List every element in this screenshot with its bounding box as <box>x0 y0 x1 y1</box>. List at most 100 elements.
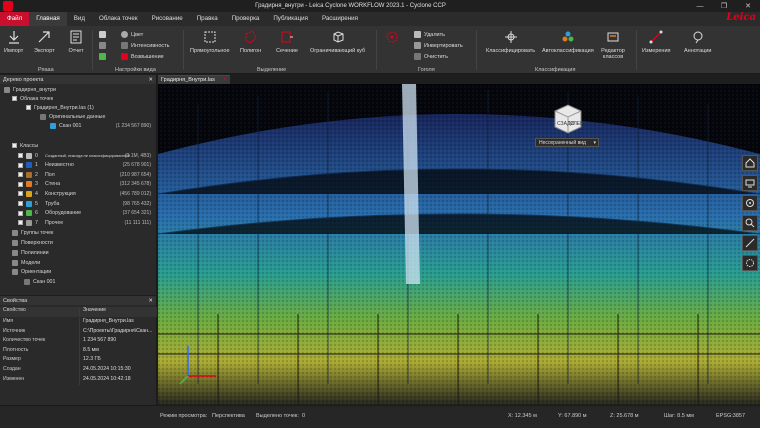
rect-select-button[interactable]: Прямоугольное <box>190 29 230 54</box>
menu-pointclouds[interactable]: Облака точек <box>92 12 145 26</box>
class-color-icon <box>26 219 32 226</box>
panel-close-icon[interactable]: ✕ <box>148 77 153 83</box>
color-button[interactable]: Цвет <box>121 30 143 39</box>
view-mode-select[interactable]: Несохраненный вид ▾ <box>535 138 599 147</box>
menu-home[interactable]: Главная <box>29 12 67 26</box>
monitor-icon <box>99 31 106 38</box>
class-row[interactable]: 1 Неизвестно (25 678 901) <box>18 161 155 170</box>
class-checkbox[interactable] <box>18 210 23 216</box>
point-cloud-render[interactable] <box>158 84 760 405</box>
step-value: Шаг: 8.5 мм <box>664 413 694 419</box>
menu-file[interactable]: Файл <box>0 12 30 26</box>
intensity-button[interactable]: Интенсивность <box>121 41 170 50</box>
view-mode-3-button[interactable] <box>99 52 109 61</box>
tree-original[interactable]: Оригинальные данные <box>40 112 105 121</box>
zoom-button[interactable] <box>742 215 758 231</box>
class-color-icon <box>26 162 32 169</box>
ruler-button[interactable] <box>742 235 758 251</box>
layers-icon <box>99 42 106 49</box>
view-cube[interactable]: СЗАДИ СЛЕВ <box>551 102 585 136</box>
minimize-button[interactable]: — <box>688 0 712 12</box>
class-checkbox[interactable] <box>18 201 23 206</box>
class-row[interactable]: 2 Пол (210 987 654) <box>18 170 155 179</box>
groups-icon <box>12 229 18 236</box>
maximize-button[interactable]: ❐ <box>712 0 736 12</box>
tree-models[interactable]: Модели <box>12 258 40 267</box>
class-row[interactable]: 6 Оборудование (37 654 321) <box>18 209 155 218</box>
tree-file[interactable]: Градирня_Внутри.las (1) <box>26 103 94 112</box>
class-checkbox[interactable] <box>18 191 23 197</box>
elevation-button[interactable]: Возвышение <box>121 52 164 61</box>
class-name: Пол <box>45 171 55 178</box>
import-icon <box>6 29 22 45</box>
autoclass-button[interactable]: Автоклассификация <box>542 29 594 54</box>
monitor-icon <box>745 179 755 188</box>
tree-classes-label: Классы <box>20 142 39 149</box>
view-mode-1-button[interactable] <box>99 30 109 39</box>
screen-button[interactable] <box>742 175 758 191</box>
orbit-button[interactable] <box>742 195 758 211</box>
classify-button[interactable]: Классифицировать <box>486 29 535 54</box>
epsg-select[interactable]: EPSG:3857 <box>716 413 745 419</box>
menu-view[interactable]: Вид <box>67 12 92 26</box>
section-button[interactable]: Сечение <box>276 29 298 54</box>
menu-publish[interactable]: Публикация <box>266 12 315 26</box>
class-checkbox[interactable] <box>18 172 23 178</box>
classeditor-button[interactable]: Редактор классов <box>600 29 626 60</box>
tree-classes[interactable]: Классы <box>12 141 38 150</box>
class-row[interactable]: 0 Созданный, никогда не классифицированны… <box>18 151 155 160</box>
tree-orientations-label: Ориентации <box>21 268 52 275</box>
polygon-select-button[interactable]: Полигон <box>240 29 261 54</box>
tree-surfaces[interactable]: Поверхности <box>12 238 53 247</box>
fence-button[interactable] <box>384 29 400 48</box>
measure-button[interactable]: Измерения <box>642 29 671 54</box>
invert-button[interactable]: Инвертировать <box>414 41 463 50</box>
menu-check[interactable]: Проверка <box>225 12 267 26</box>
tree-clouds[interactable]: Облака точек <box>12 94 53 103</box>
class-checkbox[interactable] <box>18 181 23 187</box>
class-count: (11 111 111) <box>124 219 152 226</box>
tree-groups[interactable]: Группы точек <box>12 228 53 237</box>
property-value: 12.3 ГБ <box>83 356 101 363</box>
class-row[interactable]: 4 Конструкция (456 789 012) <box>18 189 155 198</box>
class-number: 7 <box>35 219 38 226</box>
tree-orient-scan[interactable]: Скан 001 <box>24 277 55 286</box>
close-button[interactable]: ✕ <box>736 0 760 12</box>
class-row[interactable]: 3 Стена (312 345 678) <box>18 180 155 189</box>
fence-icon <box>384 29 400 45</box>
class-row[interactable]: 5 Труба (98 765 432) <box>18 199 155 208</box>
menu-edit[interactable]: Правка <box>190 12 225 26</box>
menu-draw[interactable]: Рисование <box>145 12 190 26</box>
report-label: Отчет <box>68 48 84 54</box>
delete-button[interactable]: Удалить <box>414 30 445 39</box>
tree-orientations[interactable]: Ориентации <box>12 267 51 276</box>
properties-close-icon[interactable]: ✕ <box>148 298 153 304</box>
class-checkbox[interactable] <box>18 162 23 168</box>
export-button[interactable]: Экспорт <box>34 29 55 54</box>
import-button[interactable]: Импорт <box>4 29 23 54</box>
tree-project[interactable]: Градирня_внутри <box>4 85 56 94</box>
limitbox-button[interactable]: Ограничивающий куб <box>310 29 365 54</box>
group-class-label: Классификация <box>535 67 576 73</box>
class-row[interactable]: 7 Прочее (11 111 111) <box>18 218 155 227</box>
tree-file-checkbox[interactable] <box>26 105 31 110</box>
point-cloud-viewport[interactable] <box>158 84 760 405</box>
chevron-down-icon: ▾ <box>593 139 596 146</box>
home-view-button[interactable] <box>742 155 758 171</box>
property-value: C:\Проекты\Градирня\Скан... <box>83 327 153 334</box>
tree-clouds-checkbox[interactable] <box>12 96 17 101</box>
viewport-tab[interactable]: Градирня_Внутри.las ✕ <box>158 75 230 84</box>
report-button[interactable]: Отчет <box>68 29 84 54</box>
tab-close-icon[interactable]: ✕ <box>222 77 227 83</box>
menu-extensions[interactable]: Расширения <box>315 12 365 26</box>
class-checkbox[interactable] <box>18 220 23 226</box>
settings-button[interactable] <box>742 255 758 271</box>
annotation-button[interactable]: Аннотации <box>684 29 712 54</box>
view-mode-2-button[interactable] <box>99 41 109 50</box>
tree-classes-checkbox[interactable] <box>12 143 17 148</box>
class-checkbox[interactable] <box>18 153 23 158</box>
class-name: Стена <box>45 181 61 188</box>
tree-polylines[interactable]: Полилинии <box>12 248 49 257</box>
clear-button[interactable]: Очистить <box>414 52 448 61</box>
tree-scan[interactable]: Скан 001 (1 234 567 890) <box>50 121 155 130</box>
